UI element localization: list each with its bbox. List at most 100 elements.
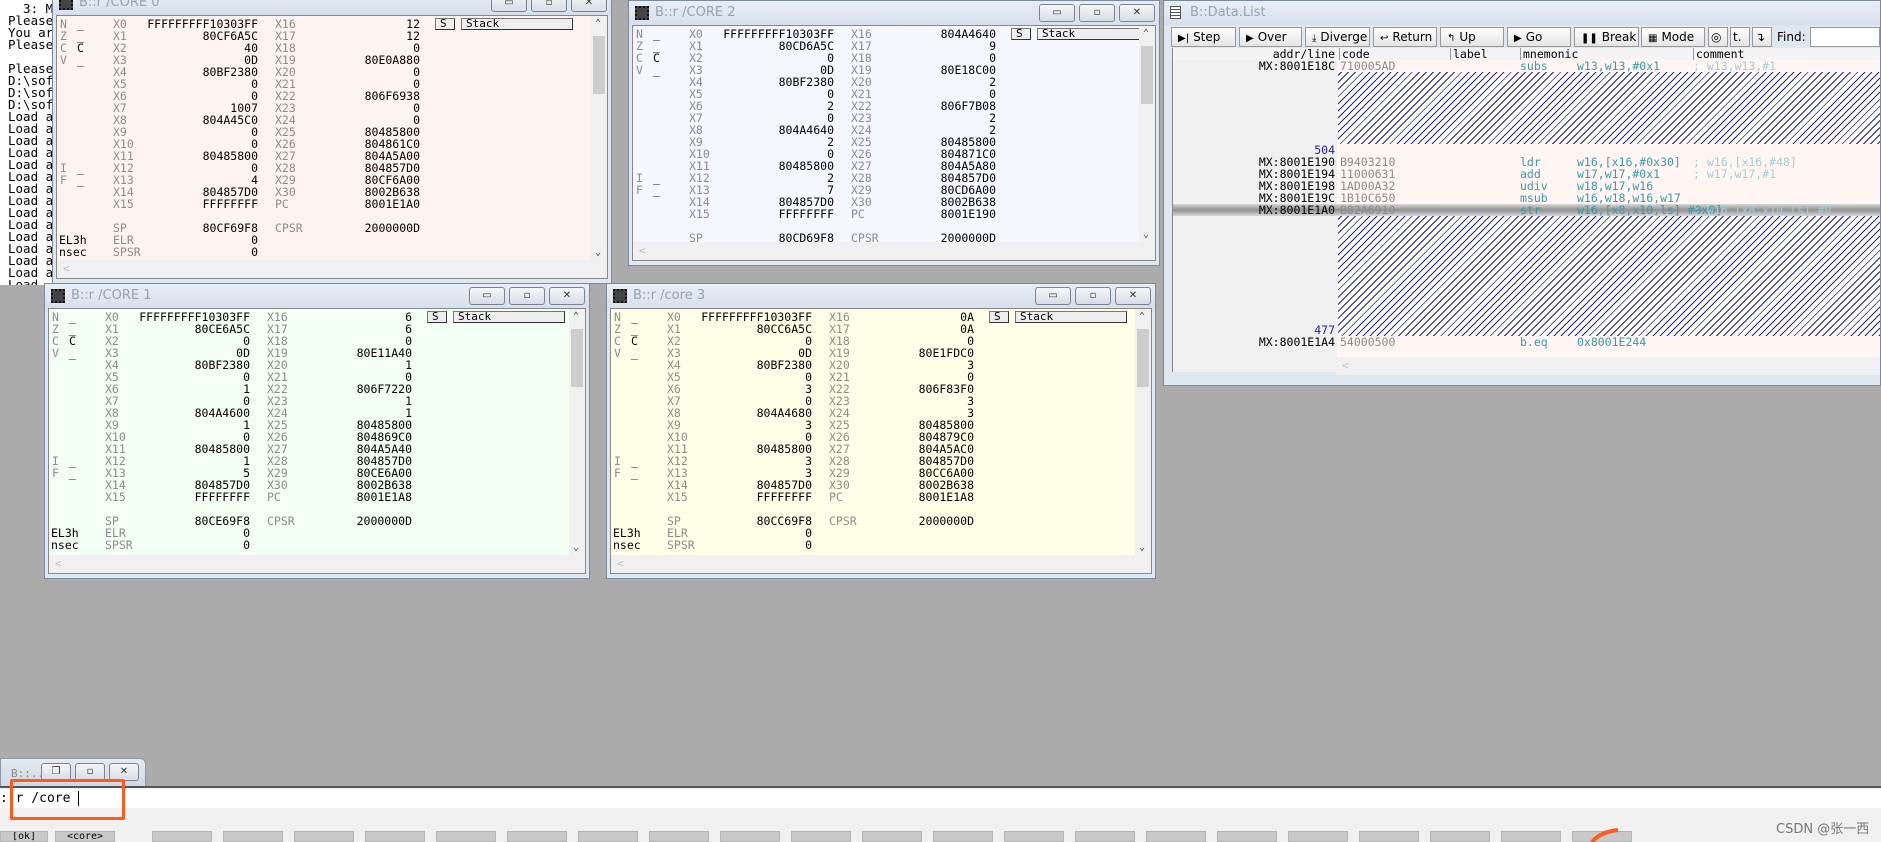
diverge-button[interactable]: ⤓ Diverge xyxy=(1305,27,1370,47)
mnemonic: str xyxy=(1520,203,1541,217)
scroll-down-icon[interactable]: ⌄ xyxy=(1139,542,1145,553)
maximize-button[interactable]: ▫ xyxy=(509,287,545,305)
go-button[interactable]: ▶ Go xyxy=(1507,27,1571,47)
maximize-button[interactable]: ▫ xyxy=(531,0,567,12)
status-button-empty[interactable] xyxy=(578,831,638,842)
vertical-scrollbar[interactable]: ⌃ ⌄ xyxy=(1135,309,1151,555)
scroll-down-icon[interactable]: ⌄ xyxy=(573,542,579,553)
status-button-empty[interactable] xyxy=(152,831,212,842)
status-button-0[interactable]: [ok] xyxy=(0,831,48,842)
return-button[interactable]: ↩ Return xyxy=(1373,27,1437,47)
list-body: addr/line code label mnemonic comment MX:800… xyxy=(1172,48,1880,372)
status-button-empty[interactable] xyxy=(1075,831,1135,842)
find-input[interactable] xyxy=(1810,27,1880,47)
list-row[interactable]: MX:8001E1A0 B82A6910 str w16,[x8,x10,ls] #0… xyxy=(1173,204,1880,216)
flag-name: F xyxy=(60,173,67,187)
register-value: 80485800 xyxy=(202,149,258,163)
scrollbar-thumb[interactable] xyxy=(571,329,583,387)
horizontal-scrollbar[interactable]: < xyxy=(57,260,607,278)
flag-name: V xyxy=(614,346,621,360)
stack-button[interactable]: Stack xyxy=(1037,28,1149,40)
address: MX:8001E1A0 xyxy=(1258,203,1335,217)
stack-button[interactable]: Stack xyxy=(1015,311,1127,323)
close-button[interactable]: ✕ xyxy=(1119,4,1155,22)
data-list-titlebar[interactable]: B::Data.List xyxy=(1164,1,1880,25)
column-header-label[interactable]: label xyxy=(1450,48,1488,60)
status-button-empty[interactable] xyxy=(436,831,496,842)
minimize-button[interactable]: ▭ xyxy=(1035,287,1071,305)
register-value: 2000000D xyxy=(918,514,974,528)
scroll-down-icon[interactable]: ⌄ xyxy=(595,247,601,258)
status-button-empty[interactable] xyxy=(1146,831,1206,842)
register-body: X0 FFFFFFFFF10303FF X16 12 N _ X1 80CF6A5C X17 12… xyxy=(56,15,608,279)
status-button-empty[interactable] xyxy=(223,831,283,842)
vertical-scrollbar[interactable]: ⌃ ⌄ xyxy=(591,16,607,260)
list-row[interactable]: MX:8001E1A4 54000500 b.eq 0x8001E244 xyxy=(1173,336,1880,348)
close-button[interactable]: ✕ xyxy=(1115,287,1151,305)
scroll-up-icon[interactable]: ⌃ xyxy=(1143,28,1149,39)
window-titlebar[interactable]: B::r /CORE 1 xyxy=(45,284,589,308)
register-value: 80E0A880 xyxy=(364,53,420,67)
status-button-empty[interactable] xyxy=(1501,831,1561,842)
command-line-input[interactable]: ::r /core xyxy=(0,789,1881,808)
status-button-empty[interactable] xyxy=(649,831,709,842)
close-button[interactable]: ✕ xyxy=(549,287,585,305)
status-button-empty[interactable] xyxy=(365,831,425,842)
minimize-button[interactable]: ▭ xyxy=(1039,4,1075,22)
scroll-up-icon[interactable]: ⌃ xyxy=(573,311,579,322)
scroll-up-icon[interactable]: ⌃ xyxy=(1139,311,1145,322)
minimize-button[interactable]: ▭ xyxy=(491,0,527,12)
glasses-button[interactable]: ◎ xyxy=(1708,27,1728,47)
horizontal-scrollbar[interactable]: < xyxy=(1336,357,1880,375)
up-button[interactable]: ↰ Up xyxy=(1440,27,1504,47)
mode-button[interactable]: ▦ Mode xyxy=(1641,27,1705,47)
horizontal-scrollbar[interactable]: < xyxy=(611,555,1151,573)
status-button-empty[interactable] xyxy=(720,831,780,842)
operands: 0x8001E244 xyxy=(1577,335,1647,349)
scrollbar-thumb[interactable] xyxy=(593,36,605,94)
s-button[interactable]: S xyxy=(435,18,455,30)
window-titlebar[interactable]: B::r /CORE 0 xyxy=(53,0,611,15)
status-button-empty[interactable] xyxy=(933,831,993,842)
register-value: 80CF6A5C xyxy=(202,29,258,43)
status-button-1[interactable]: <core> xyxy=(55,831,115,842)
scroll-down-icon[interactable]: ⌄ xyxy=(1143,229,1149,240)
register-value: 8001E1A8 xyxy=(918,490,974,504)
s-button[interactable]: S xyxy=(427,311,447,323)
up-step-button[interactable]: t. xyxy=(1730,27,1750,47)
comment: ; w16,[x8,x10,ls] #0 xyxy=(1693,203,1832,217)
status-button-empty[interactable] xyxy=(1430,831,1490,842)
status-button-empty[interactable] xyxy=(1217,831,1277,842)
stack-button[interactable]: Stack xyxy=(461,18,573,30)
status-button-empty[interactable] xyxy=(862,831,922,842)
security-label: nsec xyxy=(613,538,641,552)
status-button-empty[interactable] xyxy=(1359,831,1419,842)
scrollbar-thumb[interactable] xyxy=(1137,329,1149,387)
list-row[interactable]: MX:8001E18C 710005AD subs w13,w13,#0x1 ; w13… xyxy=(1173,60,1880,72)
over-button[interactable]: ▶ Over xyxy=(1239,27,1302,47)
vertical-scrollbar[interactable]: ⌃ ⌄ xyxy=(1139,26,1155,242)
status-button-empty[interactable] xyxy=(1288,831,1348,842)
status-button-empty[interactable] xyxy=(507,831,567,842)
register-value: 2 xyxy=(989,75,996,89)
scroll-up-icon[interactable]: ⌃ xyxy=(595,18,601,29)
close-button[interactable]: ✕ xyxy=(571,0,607,12)
minimize-button[interactable]: ▭ xyxy=(469,287,505,305)
s-button[interactable]: S xyxy=(1011,28,1031,40)
horizontal-scrollbar[interactable]: < xyxy=(633,242,1155,260)
step-button[interactable]: ▶| Step xyxy=(1171,27,1236,47)
horizontal-scrollbar[interactable]: < xyxy=(49,555,585,573)
status-button-empty[interactable] xyxy=(294,831,354,842)
status-button-empty[interactable] xyxy=(1004,831,1064,842)
register-value: 8001E1A8 xyxy=(356,490,412,504)
down-step-button[interactable]: ↴ xyxy=(1752,27,1772,47)
window-titlebar[interactable]: B::r /core 3 xyxy=(607,284,1155,308)
vertical-scrollbar[interactable]: ⌃ ⌄ xyxy=(569,309,585,555)
status-button-empty[interactable] xyxy=(791,831,851,842)
maximize-button[interactable]: ▫ xyxy=(1075,287,1111,305)
break-button[interactable]: ❚❚ Break xyxy=(1574,27,1639,47)
stack-button[interactable]: Stack xyxy=(453,311,565,323)
maximize-button[interactable]: ▫ xyxy=(1079,4,1115,22)
scrollbar-thumb[interactable] xyxy=(1141,46,1153,104)
s-button[interactable]: S xyxy=(989,311,1009,323)
